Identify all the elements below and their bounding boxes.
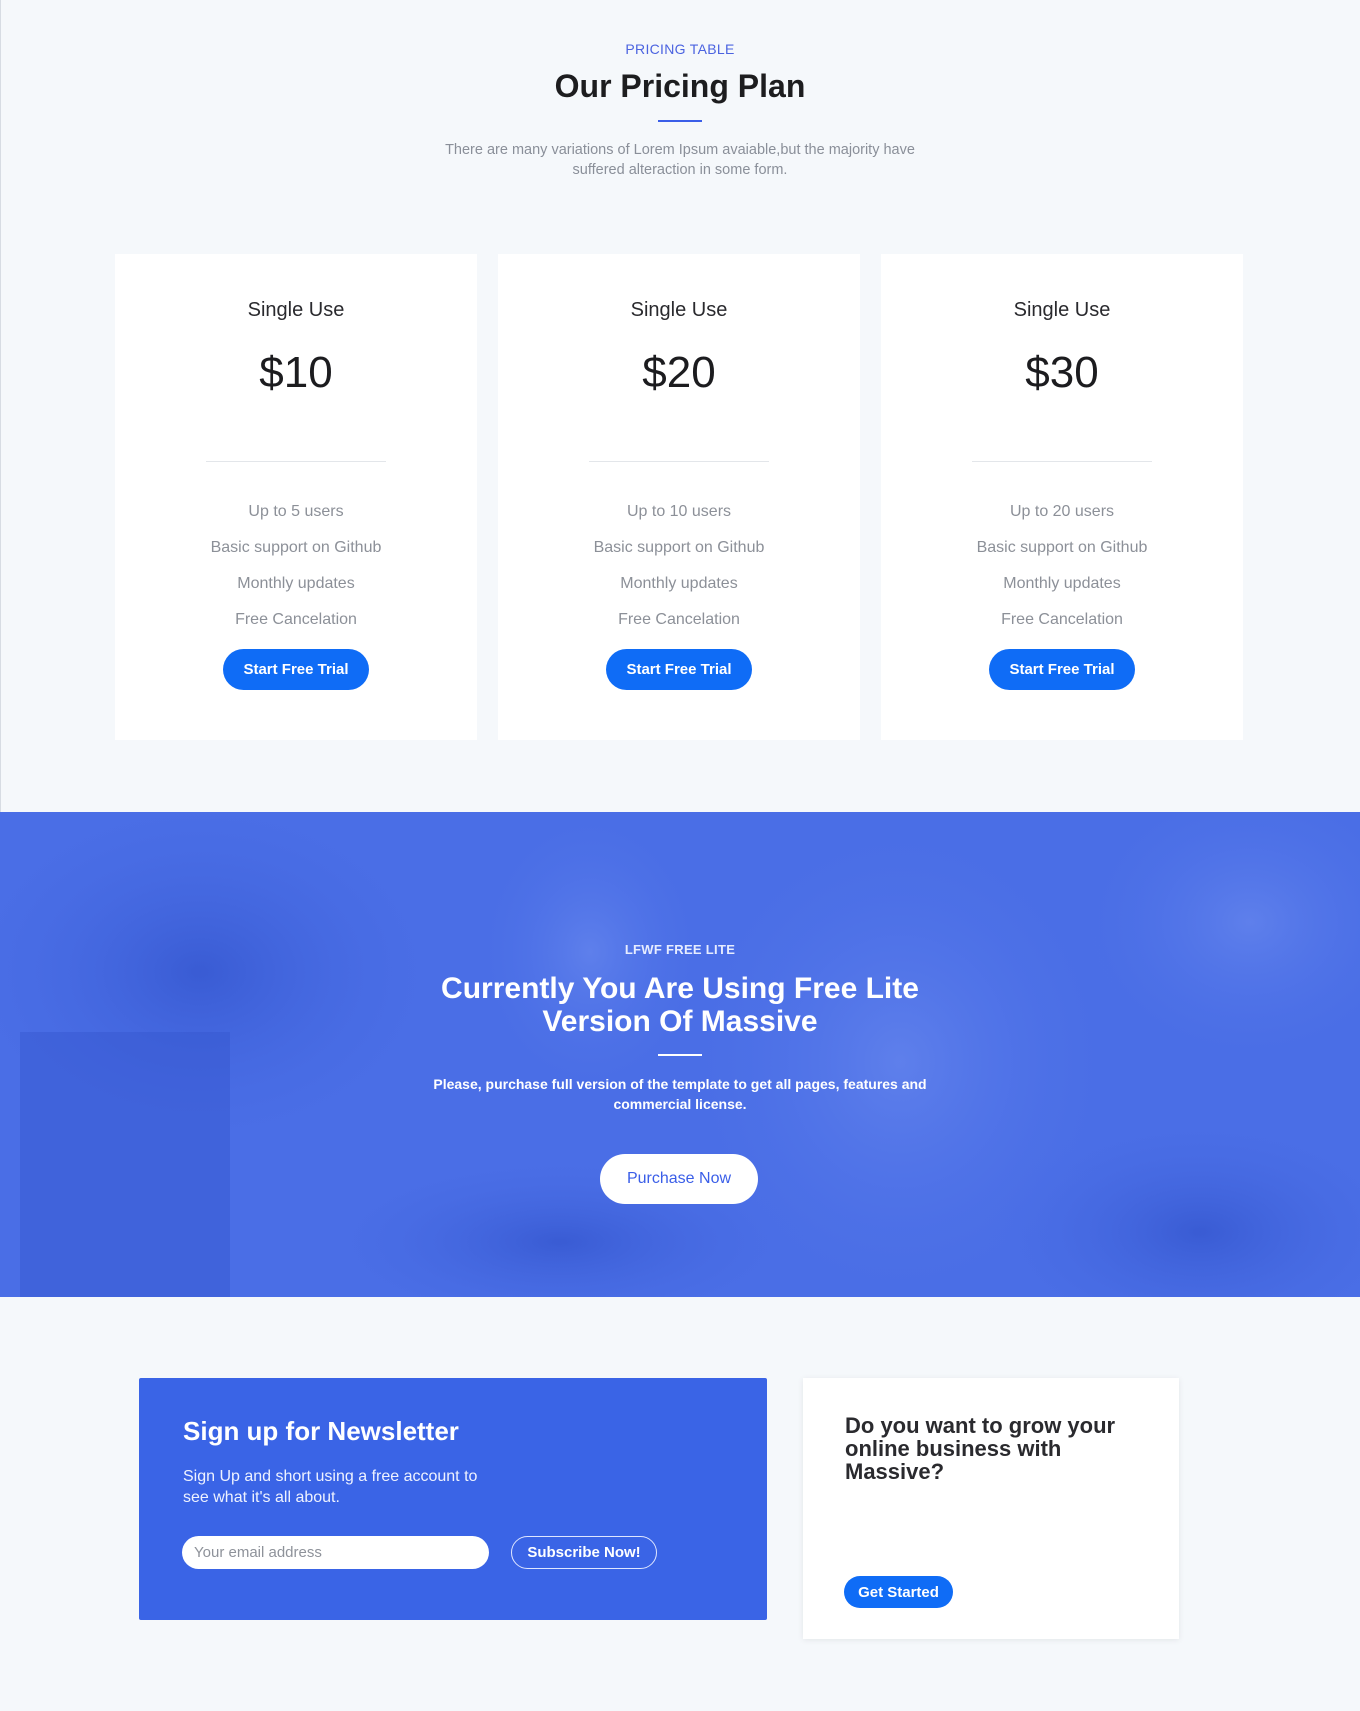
- feature-item: Free Cancelation: [1001, 611, 1123, 628]
- card-divider: [206, 461, 386, 462]
- pricing-card-premium: Single Use $30 Up to 20 users Basic supp…: [881, 254, 1243, 740]
- feature-item: Basic support on Github: [593, 539, 765, 556]
- plan-name: Single Use: [630, 299, 728, 321]
- newsletter-box: Sign up for Newsletter Sign Up and short…: [139, 1378, 767, 1620]
- subscribe-button[interactable]: Subscribe Now!: [511, 1536, 657, 1569]
- plan-name: Single Use: [247, 299, 345, 321]
- feature-item: Up to 5 users: [248, 503, 344, 520]
- email-input[interactable]: [182, 1536, 489, 1569]
- plan-features: Up to 20 users Basic support on Github M…: [881, 494, 1243, 638]
- plan-features: Up to 10 users Basic support on Github M…: [498, 494, 860, 638]
- feature-item: Free Cancelation: [618, 611, 740, 628]
- banner-eyebrow: LFWF FREE LITE: [624, 942, 736, 957]
- grow-title: Do you want to grow your online business…: [845, 1413, 1116, 1484]
- start-free-trial-button[interactable]: Start Free Trial: [989, 649, 1135, 690]
- plan-name: Single Use: [1013, 299, 1111, 321]
- pricing-card-basic: Single Use $10 Up to 5 users Basic suppo…: [115, 254, 477, 740]
- plan-price: $30: [1025, 348, 1099, 397]
- pricing-card-standard: Single Use $20 Up to 10 users Basic supp…: [498, 254, 860, 740]
- pricing-eyebrow: PRICING TABLE: [625, 41, 735, 57]
- feature-item: Basic support on Github: [210, 539, 382, 556]
- get-started-button[interactable]: Get Started: [844, 1576, 953, 1608]
- feature-item: Basic support on Github: [976, 539, 1148, 556]
- pricing-section: PRICING TABLE Our Pricing Plan There are…: [0, 0, 1360, 812]
- start-free-trial-button[interactable]: Start Free Trial: [223, 649, 369, 690]
- pricing-title-underline: [658, 120, 702, 122]
- plan-price: $10: [259, 348, 333, 397]
- newsletter-title: Sign up for Newsletter: [183, 1416, 459, 1446]
- start-free-trial-button[interactable]: Start Free Trial: [606, 649, 752, 690]
- feature-item: Up to 20 users: [1009, 503, 1115, 520]
- plan-price: $20: [642, 348, 716, 397]
- feature-item: Monthly updates: [237, 575, 355, 592]
- upgrade-banner: LFWF FREE LITE Currently You Are Using F…: [0, 812, 1360, 1297]
- plan-features: Up to 5 users Basic support on Github Mo…: [115, 494, 477, 638]
- feature-item: Monthly updates: [620, 575, 738, 592]
- banner-title-underline: [658, 1054, 702, 1056]
- card-divider: [972, 461, 1152, 462]
- pricing-title: Our Pricing Plan: [554, 68, 806, 104]
- grow-business-card: Do you want to grow your online business…: [803, 1378, 1179, 1639]
- pricing-description: There are many variations of Lorem Ipsum…: [445, 142, 915, 178]
- purchase-now-button[interactable]: Purchase Now: [600, 1154, 758, 1204]
- feature-item: Free Cancelation: [235, 611, 357, 628]
- card-divider: [589, 461, 769, 462]
- banner-description: Please, purchase full version of the tem…: [433, 1076, 927, 1112]
- feature-item: Monthly updates: [1003, 575, 1121, 592]
- newsletter-description: Sign Up and short using a free account t…: [183, 1468, 478, 1506]
- banner-title: Currently You Are Using Free Lite Versio…: [441, 972, 919, 1038]
- feature-item: Up to 10 users: [626, 503, 732, 520]
